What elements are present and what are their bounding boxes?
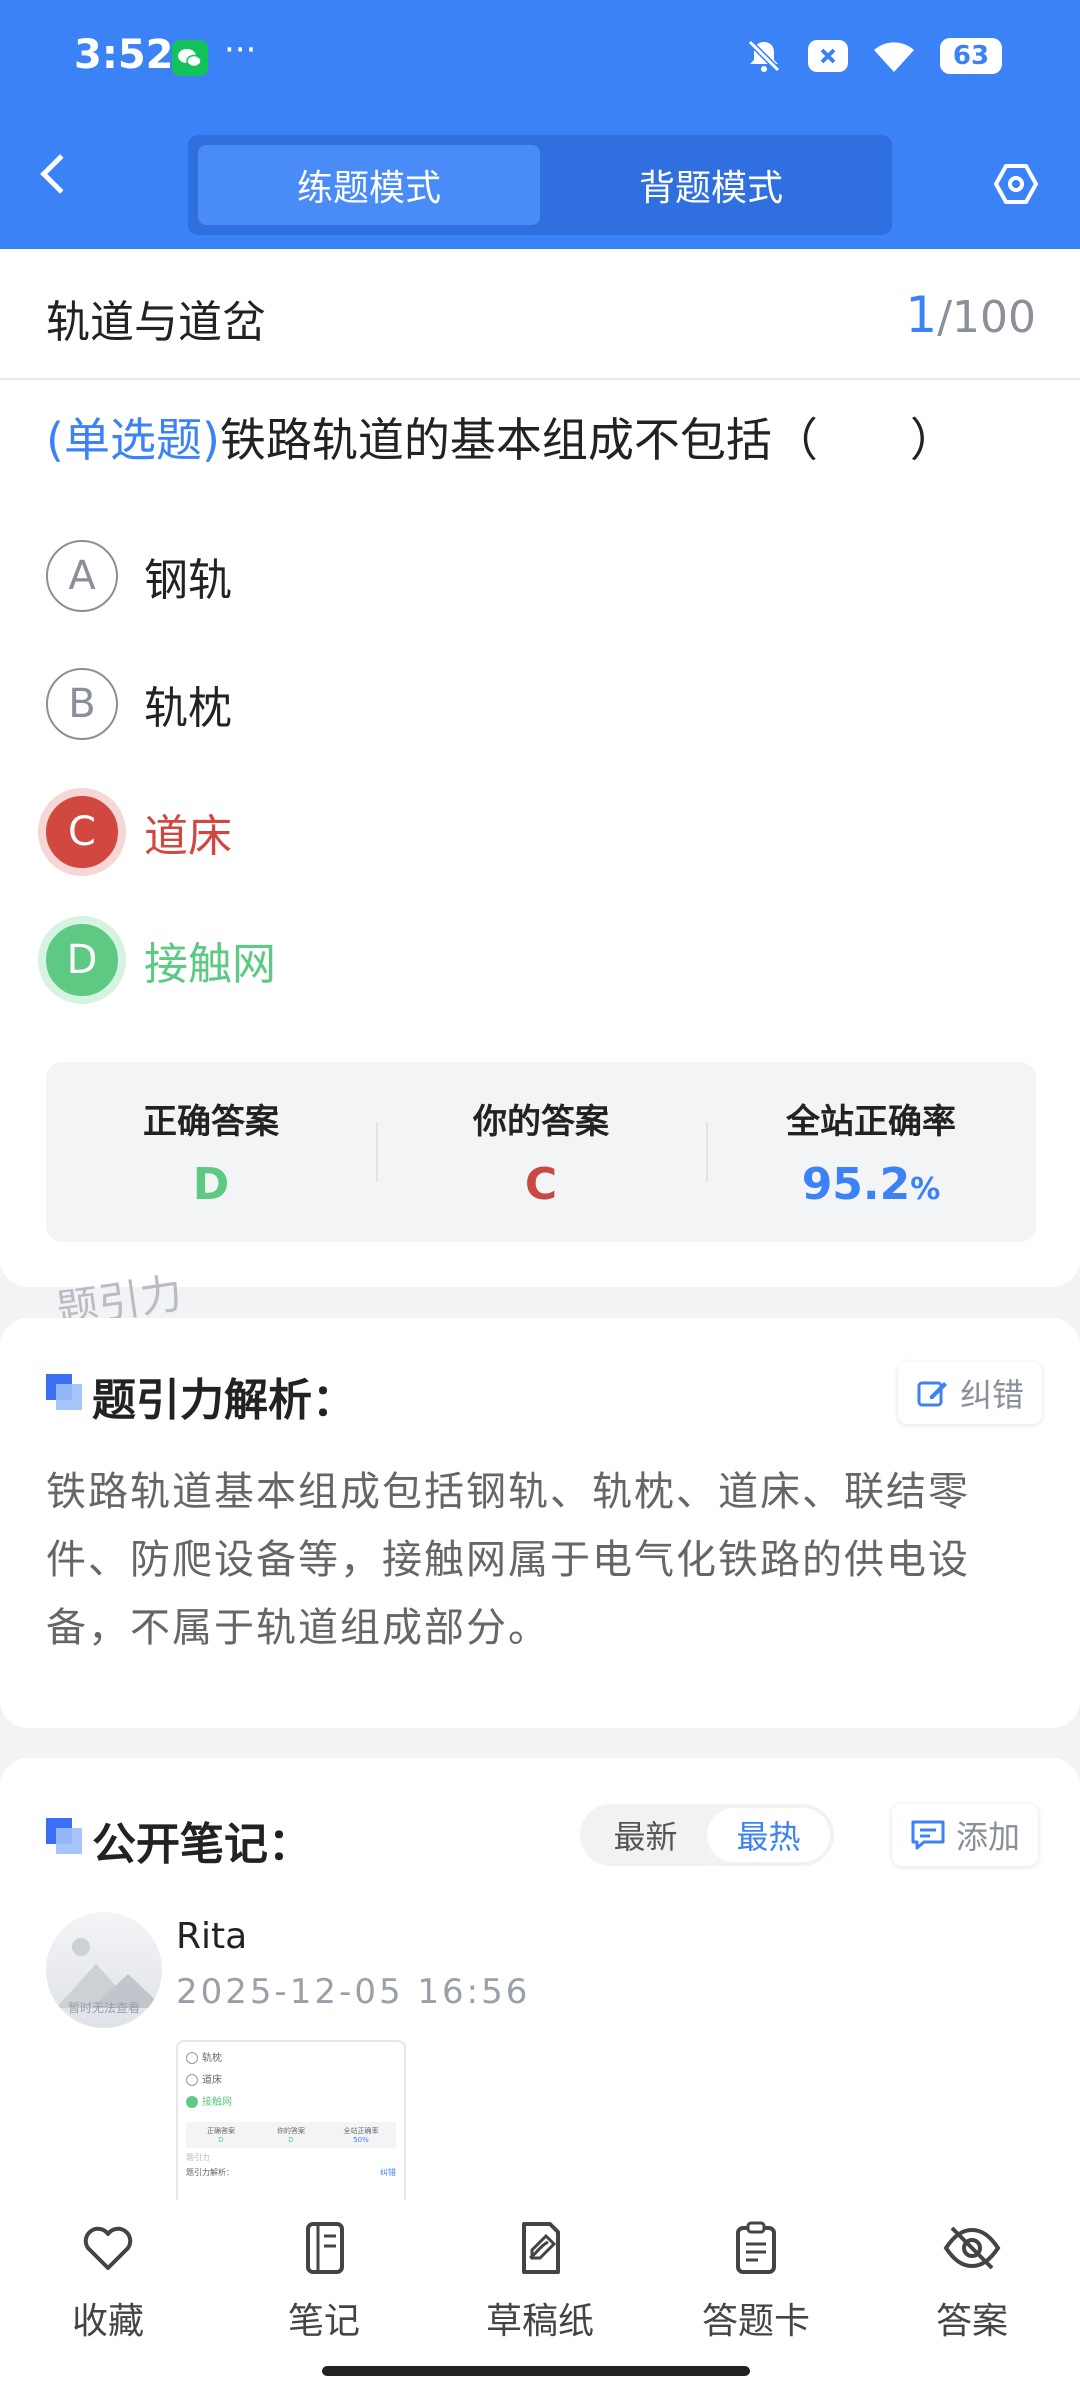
battery-indicator: 63 [940,38,1002,74]
option-d[interactable]: D 接触网 [46,924,276,996]
option-text: 接触网 [144,939,276,990]
nav-label: 答题卡 [701,2301,810,2342]
nav-answer-sheet[interactable]: 答题卡 [648,2218,864,2344]
your-answer-stat: 你的答案 C [376,1062,706,1242]
option-a[interactable]: A 钢轨 [46,540,232,612]
option-text: 道床 [144,811,232,862]
add-label: 添加 [956,1818,1021,1856]
status-icons: 63 [744,36,1002,76]
option-letter: B [46,668,118,740]
stat-value: C [524,1159,558,1210]
option-text: 钢轨 [144,555,232,606]
section-icon [46,1818,82,1854]
stat-label: 全站正确率 [786,1102,956,1142]
thumb-text: 正确答案 [207,2127,235,2135]
mode-switch: 练题模式 背题模式 [188,135,892,235]
wechat-icon [172,40,208,76]
option-text: 轨枕 [144,683,232,734]
add-note-button[interactable]: 添加 [892,1804,1039,1866]
home-indicator[interactable] [322,2366,750,2376]
option-letter: C [46,796,118,868]
thumb-text: 你的答案 [277,2127,305,2135]
report-label: 纠错 [960,1376,1025,1414]
close-box-icon [808,40,848,72]
sort-hottest[interactable]: 最热 [707,1808,830,1862]
bottom-nav: 收藏 笔记 草稿纸 答题卡 答案 [0,2218,1080,2344]
question-text: 铁路轨道的基本组成不包括（ ） [219,413,956,467]
report-error-button[interactable]: 纠错 [898,1362,1043,1424]
thumb-text: 题引力 [186,2153,210,2162]
question-type: (单选题) [46,413,220,467]
nav-label: 笔记 [287,2301,360,2342]
stat-value: D [192,1159,230,1210]
section-icon [46,1374,82,1410]
thumb-text: D [288,2136,294,2144]
option-c[interactable]: C 道床 [46,796,232,868]
edit-icon [917,1381,947,1407]
thumb-text: 纠错 [380,2168,396,2177]
notes-title: 公开笔记： [92,1819,312,1870]
avatar-caption: 暂时无法查看 [67,2001,140,2015]
stat-label: 正确答案 [143,1102,279,1142]
tab-practice-mode[interactable]: 练题模式 [198,145,540,225]
answer-stats: 正确答案 D 你的答案 C 全站正确率 95.2% [46,1062,1036,1242]
current-index: 1 [905,286,938,344]
status-time: 3:52 [74,32,174,78]
nav-label: 答案 [935,2301,1008,2342]
total-count: /100 [937,292,1036,343]
sort-switch: 最新 最热 [580,1804,834,1866]
thumb-text: 道床 [202,2075,222,2086]
sort-latest[interactable]: 最新 [584,1808,707,1862]
stat-value: 95.2% [802,1159,941,1210]
rate-number: 95.2 [801,1159,911,1210]
notebook-icon [306,2222,344,2274]
correct-answer-stat: 正确答案 D [46,1062,376,1242]
thumb-text: 50% [353,2136,369,2144]
thumb-text: D [218,2136,224,2144]
nav-label: 草稿纸 [485,2301,594,2342]
nav-notes[interactable]: 笔记 [216,2218,432,2344]
thumb-text: 全站正确率 [343,2127,379,2135]
thumb-text: 题引力解析： [186,2168,234,2177]
settings-icon[interactable] [992,160,1040,208]
eye-off-icon [943,2226,1001,2270]
analysis-text: 铁路轨道基本组成包括钢轨、轨枕、道床、联结零件、防爬设备等，接触网属于电气化铁路… [46,1469,970,1651]
nav-draft-paper[interactable]: 草稿纸 [432,2218,648,2344]
accuracy-rate-stat: 全站正确率 95.2% [706,1062,1036,1242]
nav-show-answer[interactable]: 答案 [864,2218,1080,2344]
divider [0,378,1080,380]
heart-icon [83,2226,133,2270]
status-more-dots: ··· [224,30,257,70]
analysis-title: 题引力解析： [92,1375,356,1426]
option-letter: A [46,540,118,612]
rate-unit: % [910,1172,941,1207]
comment-icon [911,1820,945,1850]
answer-sheet-icon [736,2221,776,2274]
nav-label: 收藏 [71,2301,144,2342]
thumb-text: 接触网 [202,2097,232,2108]
bell-off-icon [747,39,781,73]
subject-title: 轨道与道岔 [46,297,266,348]
note-timestamp: 2025-12-05 16:56 [176,1972,531,2012]
wifi-icon [874,42,914,72]
note-username[interactable]: Rita [176,1916,247,1957]
nav-favorite[interactable]: 收藏 [0,2218,216,2344]
avatar[interactable]: 暂时无法查看 [46,1912,162,2028]
tab-recite-mode[interactable]: 背题模式 [540,145,882,225]
option-letter: D [46,924,118,996]
thumb-text: 轨枕 [202,2053,222,2064]
option-b[interactable]: B 轨枕 [46,668,232,740]
stat-label: 你的答案 [473,1102,609,1142]
question-stem: (单选题)铁路轨道的基本组成不包括（ ） [46,410,1046,470]
question-counter: 1/100 [905,286,1036,344]
draft-paper-icon [522,2222,560,2274]
